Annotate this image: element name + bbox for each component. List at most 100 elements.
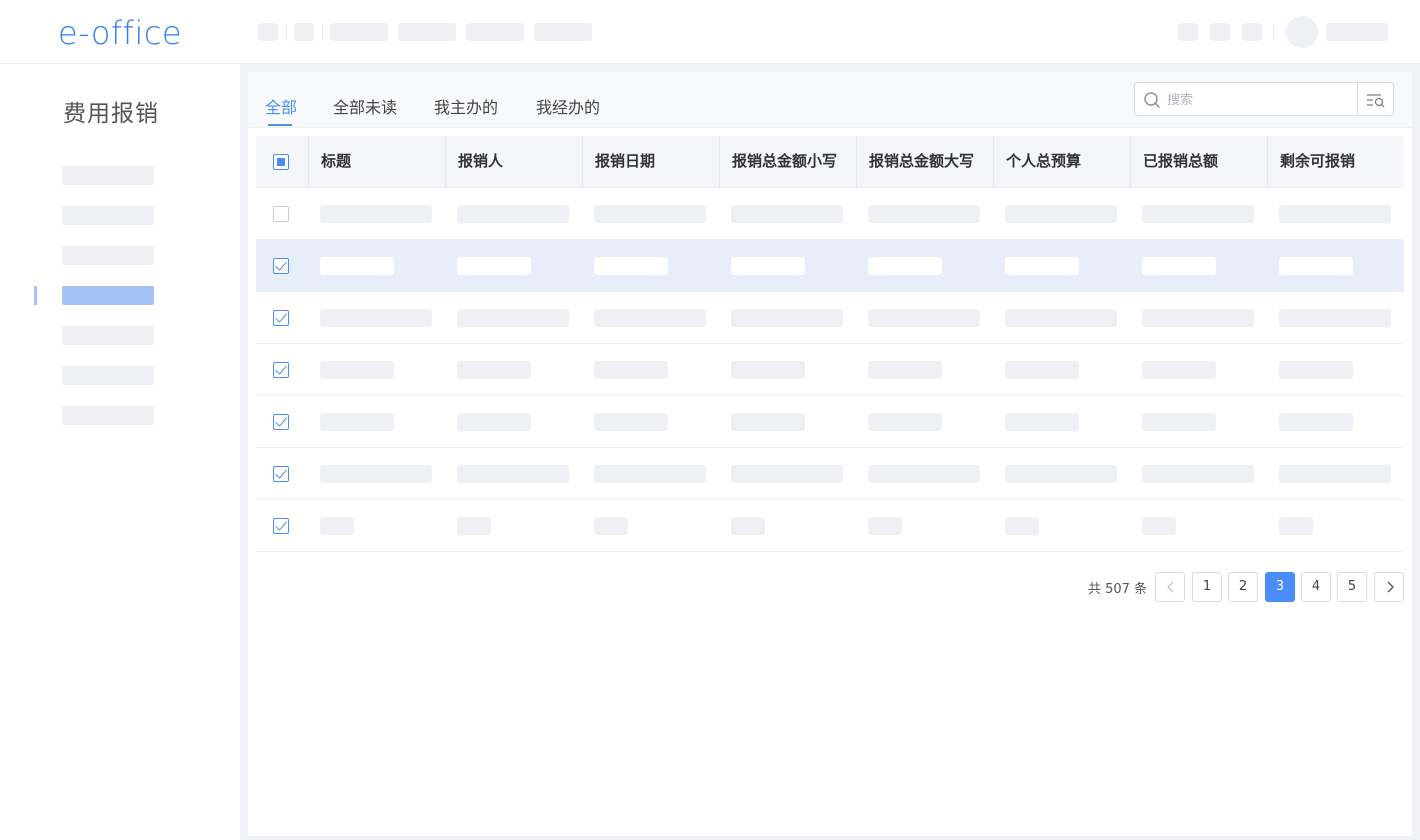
table-row[interactable]: [256, 448, 1404, 500]
cell-placeholder: [1279, 517, 1313, 535]
sidebar-item-6[interactable]: [62, 366, 154, 385]
column-header-remaining[interactable]: 剩余可报销: [1267, 136, 1404, 188]
row-checkbox[interactable]: [273, 414, 289, 430]
row-checkbox[interactable]: [273, 518, 289, 534]
cell-placeholder: [1005, 465, 1117, 483]
cell-placeholder: [320, 465, 432, 483]
sidebar-active-marker: [34, 286, 37, 305]
cell-placeholder: [457, 413, 531, 431]
column-header-personal-budget[interactable]: 个人总预算: [993, 136, 1130, 188]
table-row[interactable]: [256, 500, 1404, 552]
cell-placeholder: [1142, 257, 1216, 275]
tab-all[interactable]: 全部: [265, 94, 297, 118]
cell-placeholder: [868, 361, 942, 379]
cell-placeholder: [320, 257, 394, 275]
sidebar-item-1[interactable]: [62, 166, 154, 185]
cell-placeholder: [731, 413, 805, 431]
next-page-button[interactable]: [1374, 572, 1404, 602]
cell-placeholder: [868, 257, 942, 275]
nav-placeholder-6[interactable]: [534, 23, 592, 41]
cell-placeholder: [457, 257, 531, 275]
sidebar: 费用报销: [0, 64, 240, 840]
search-box: [1134, 82, 1358, 116]
cell-placeholder: [1142, 413, 1216, 431]
page-button-2[interactable]: 2: [1228, 572, 1258, 602]
table-row[interactable]: [256, 344, 1404, 396]
cell-placeholder: [1142, 517, 1176, 535]
search-input[interactable]: [1167, 91, 1347, 109]
table-row[interactable]: [256, 240, 1404, 292]
top-bar: e-office: [0, 0, 1420, 64]
column-header-date[interactable]: 报销日期: [582, 136, 719, 188]
row-checkbox[interactable]: [273, 310, 289, 326]
header-tool-placeholder-1[interactable]: [1178, 23, 1198, 41]
table-row[interactable]: [256, 396, 1404, 448]
row-checkbox[interactable]: [273, 206, 289, 222]
cell-placeholder: [1005, 309, 1117, 327]
cell-placeholder: [731, 465, 843, 483]
select-all-checkbox[interactable]: [273, 154, 289, 170]
sidebar-item-4-active[interactable]: [62, 286, 154, 305]
advanced-filter-button[interactable]: [1358, 82, 1394, 116]
app-logo[interactable]: e-office: [58, 14, 182, 52]
nav-placeholder-4[interactable]: [398, 23, 456, 41]
header-tool-placeholder-2[interactable]: [1210, 23, 1230, 41]
avatar[interactable]: [1286, 16, 1318, 48]
cell-placeholder: [1005, 257, 1079, 275]
header-tool-placeholder-3[interactable]: [1242, 23, 1262, 41]
cell-placeholder: [868, 413, 942, 431]
cell-placeholder: [320, 517, 354, 535]
cell-placeholder: [1279, 413, 1353, 431]
table-row[interactable]: [256, 188, 1404, 240]
nav-placeholder-2[interactable]: [294, 23, 314, 41]
expense-table: 标题 报销人 报销日期 报销总金额小写 报销总金额大写 个人总预算 已报销总额 …: [256, 136, 1404, 552]
sidebar-item-5[interactable]: [62, 326, 154, 345]
cell-placeholder: [1005, 517, 1039, 535]
cell-placeholder: [457, 361, 531, 379]
tab-my-hosted[interactable]: 我主办的: [434, 94, 498, 118]
cell-placeholder: [731, 205, 843, 223]
nav-placeholder-1[interactable]: [258, 23, 278, 41]
page-button-4[interactable]: 4: [1301, 572, 1331, 602]
sidebar-item-3[interactable]: [62, 246, 154, 265]
cell-placeholder: [868, 309, 980, 327]
cell-placeholder: [320, 413, 394, 431]
page-button-5[interactable]: 5: [1337, 572, 1367, 602]
nav-placeholder-5[interactable]: [466, 23, 524, 41]
prev-page-button[interactable]: [1155, 572, 1185, 602]
cell-placeholder: [731, 257, 805, 275]
cell-placeholder: [731, 309, 843, 327]
cell-placeholder: [868, 517, 902, 535]
cell-placeholder: [320, 205, 432, 223]
column-header-title[interactable]: 标题: [308, 136, 445, 188]
page-button-3-current[interactable]: 3: [1265, 572, 1295, 602]
chevron-right-icon: [1387, 581, 1394, 593]
row-checkbox[interactable]: [273, 258, 289, 274]
cell-placeholder: [594, 413, 668, 431]
page-button-1[interactable]: 1: [1192, 572, 1222, 602]
cell-placeholder: [1279, 361, 1353, 379]
cell-placeholder: [1279, 205, 1391, 223]
column-header-amount-figures[interactable]: 报销总金额小写: [719, 136, 856, 188]
table-row[interactable]: [256, 292, 1404, 344]
cell-placeholder: [320, 309, 432, 327]
cell-placeholder: [868, 205, 980, 223]
row-checkbox[interactable]: [273, 362, 289, 378]
nav-placeholder-3[interactable]: [330, 23, 388, 41]
column-header-amount-words[interactable]: 报销总金额大写: [856, 136, 993, 188]
cell-placeholder: [1142, 465, 1254, 483]
sidebar-item-2[interactable]: [62, 206, 154, 225]
cell-placeholder: [731, 517, 765, 535]
username-placeholder[interactable]: [1326, 23, 1388, 41]
column-header-claimant[interactable]: 报销人: [445, 136, 582, 188]
sidebar-title: 费用报销: [63, 101, 159, 127]
tab-all-unread[interactable]: 全部未读: [333, 94, 397, 118]
cell-placeholder: [594, 257, 668, 275]
column-header-reimbursed-total[interactable]: 已报销总额: [1130, 136, 1267, 188]
sidebar-item-7[interactable]: [62, 406, 154, 425]
tab-my-handled[interactable]: 我经办的: [536, 94, 600, 118]
row-checkbox[interactable]: [273, 466, 289, 482]
cell-placeholder: [457, 465, 569, 483]
cell-placeholder: [1279, 465, 1391, 483]
table-body: [256, 188, 1404, 552]
